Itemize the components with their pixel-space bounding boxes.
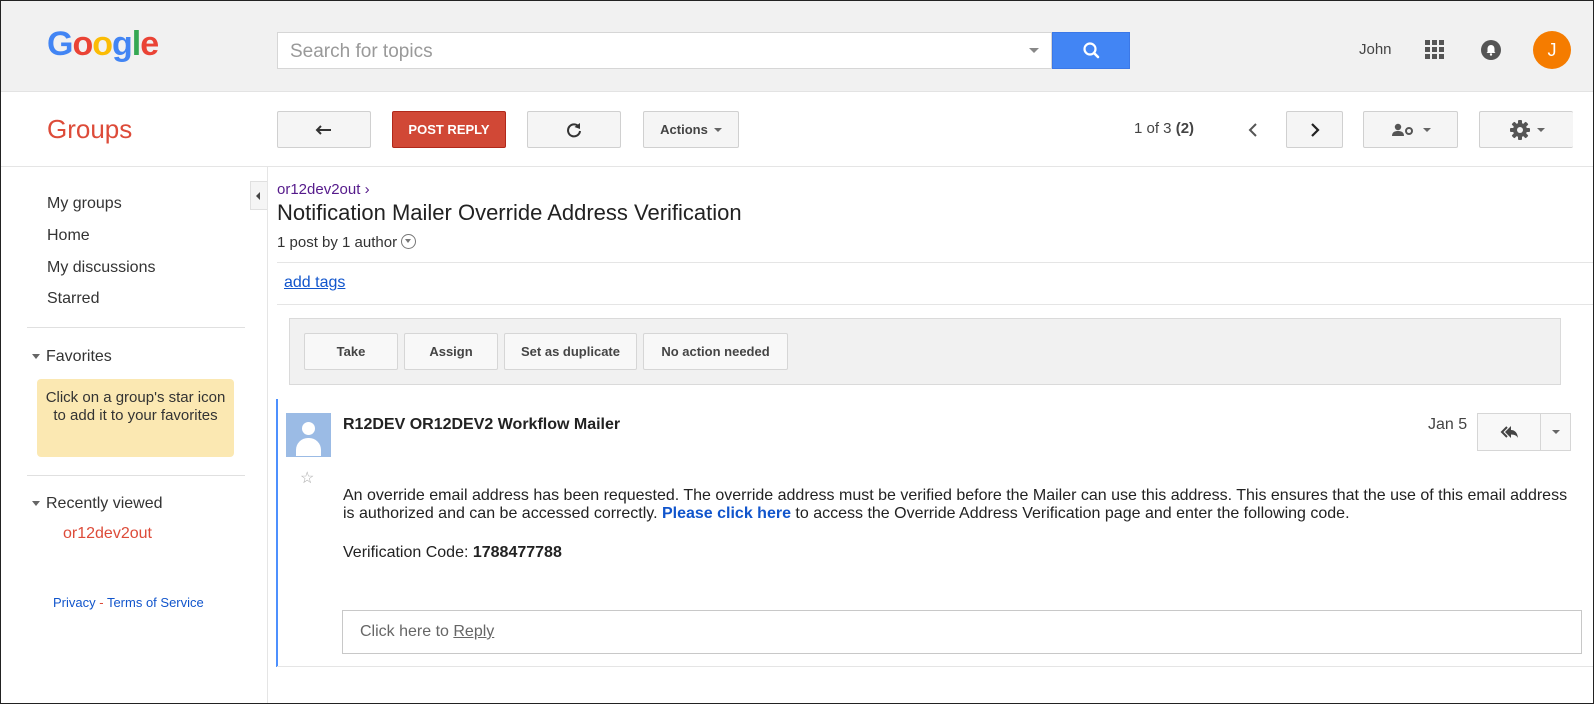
search-button[interactable] (1052, 32, 1130, 69)
reply-link[interactable]: Reply (453, 623, 494, 640)
sidebar-item-home[interactable]: Home (47, 227, 90, 245)
avatar-body (296, 438, 321, 456)
take-button[interactable]: Take (304, 333, 398, 370)
gear-icon (1509, 119, 1530, 140)
post-reply-button[interactable]: POST REPLY (392, 111, 506, 148)
logo-letter: o (72, 25, 93, 63)
search-options-chevron-icon[interactable] (1029, 48, 1039, 53)
google-logo[interactable]: Google (47, 25, 159, 64)
sidebar-item-my-groups[interactable]: My groups (47, 195, 122, 213)
assign-button[interactable]: Assign (404, 333, 498, 370)
chevron-right-icon (1310, 122, 1320, 137)
footer-separator: - (95, 595, 107, 610)
post-body: An override email address has been reque… (343, 487, 1573, 523)
top-bar: Google John J (1, 1, 1593, 92)
person-settings-icon (1391, 123, 1413, 136)
chevron-down-icon (1422, 127, 1431, 132)
refresh-icon (567, 122, 581, 137)
search-icon (1083, 42, 1100, 59)
collapse-sidebar-button[interactable] (250, 181, 267, 210)
verification-link[interactable]: Please click here (662, 505, 791, 522)
chevron-left-icon (1248, 122, 1257, 137)
star-icon[interactable]: ☆ (300, 468, 314, 488)
post-divider (277, 666, 1593, 667)
triangle-down-icon (32, 501, 40, 507)
sidebar-item-starred[interactable]: Starred (47, 290, 99, 308)
reply-all-icon (1500, 426, 1518, 438)
search-input[interactable] (288, 37, 1012, 66)
sidebar-item-my-discussions[interactable]: My discussions (47, 259, 155, 277)
sidebar: My groups Home My discussions Starred Fa… (1, 167, 268, 703)
expand-circle-icon[interactable] (401, 234, 417, 249)
chevron-down-icon (713, 127, 722, 132)
logo-letter: g (112, 25, 133, 63)
terms-link[interactable]: Terms of Service (107, 595, 204, 610)
back-button[interactable] (277, 111, 371, 148)
privacy-link[interactable]: Privacy (53, 595, 96, 610)
verification-code-label: Verification Code: (343, 544, 473, 561)
favorites-section-toggle[interactable]: Favorites (32, 348, 112, 366)
add-tags-link[interactable]: add tags (284, 274, 345, 292)
logo-letter: e (140, 25, 159, 63)
chevron-down-icon (1552, 430, 1560, 434)
older-button[interactable] (1286, 111, 1343, 148)
post-date: Jan 5 (1428, 416, 1468, 433)
set-as-duplicate-button[interactable]: Set as duplicate (504, 333, 637, 370)
reply-box[interactable]: Click here to Reply (342, 610, 1582, 654)
chevron-down-icon (1536, 127, 1545, 132)
author-avatar[interactable] (286, 413, 331, 457)
topic-meta: 1 post by 1 author (277, 234, 417, 251)
logo-letter: G (47, 25, 73, 63)
recently-viewed-title: Recently viewed (46, 495, 163, 512)
post-author[interactable]: R12DEV OR12DEV2 Workflow Mailer (343, 416, 620, 434)
settings-dropdown[interactable] (1479, 111, 1573, 148)
post-count: 1 post by 1 author (277, 234, 398, 251)
favorites-hint: Click on a group's star icon to add it t… (37, 379, 234, 457)
avatar-head (302, 422, 315, 435)
app-title[interactable]: Groups (47, 114, 132, 145)
groups-page: Google John J Groups (0, 0, 1594, 704)
page-title: Notification Mailer Override Address Ver… (277, 200, 742, 225)
no-action-needed-button[interactable]: No action needed (643, 333, 788, 370)
actions-label: Actions (660, 122, 708, 137)
apps-grid-icon[interactable] (1425, 40, 1445, 60)
newer-button[interactable] (1229, 111, 1277, 148)
actions-dropdown[interactable]: Actions (643, 111, 739, 148)
post-body-text: to access the Override Address Verificat… (790, 505, 1350, 522)
recently-viewed-toggle[interactable]: Recently viewed (32, 495, 163, 513)
sidebar-divider (27, 327, 245, 328)
search-box (277, 32, 1052, 69)
logo-letter: l (131, 25, 142, 63)
pager-range: 1 of 3 (1134, 120, 1172, 137)
reply-prompt: Click here to (360, 623, 454, 640)
notifications-bell-icon[interactable] (1481, 40, 1501, 60)
main-divider (277, 262, 1593, 263)
triangle-down-icon (32, 354, 40, 360)
sidebar-divider (27, 475, 245, 476)
pager-count: (2) (1175, 120, 1195, 137)
avatar[interactable]: J (1533, 31, 1571, 69)
recent-group-link[interactable]: or12dev2out (63, 525, 152, 543)
main-divider (277, 304, 1593, 305)
favorites-title: Favorites (46, 348, 112, 365)
refresh-button[interactable] (527, 111, 621, 148)
verification-code-value: 1788477788 (472, 544, 562, 561)
bell-icon (1486, 45, 1496, 56)
breadcrumb[interactable]: or12dev2out › (277, 181, 370, 198)
logo-letter: o (92, 25, 113, 63)
user-name[interactable]: John (1359, 41, 1392, 58)
pager-status: 1 of 3 (2) (1134, 120, 1194, 137)
more-actions-dropdown[interactable] (1541, 413, 1571, 451)
verification-code: Verification Code: 1788477788 (343, 544, 562, 562)
member-settings-dropdown[interactable] (1363, 111, 1458, 148)
reply-all-button[interactable] (1477, 413, 1541, 451)
back-arrow-icon (315, 124, 331, 135)
sidebar-footer: Privacy - Terms of Service (53, 595, 204, 610)
